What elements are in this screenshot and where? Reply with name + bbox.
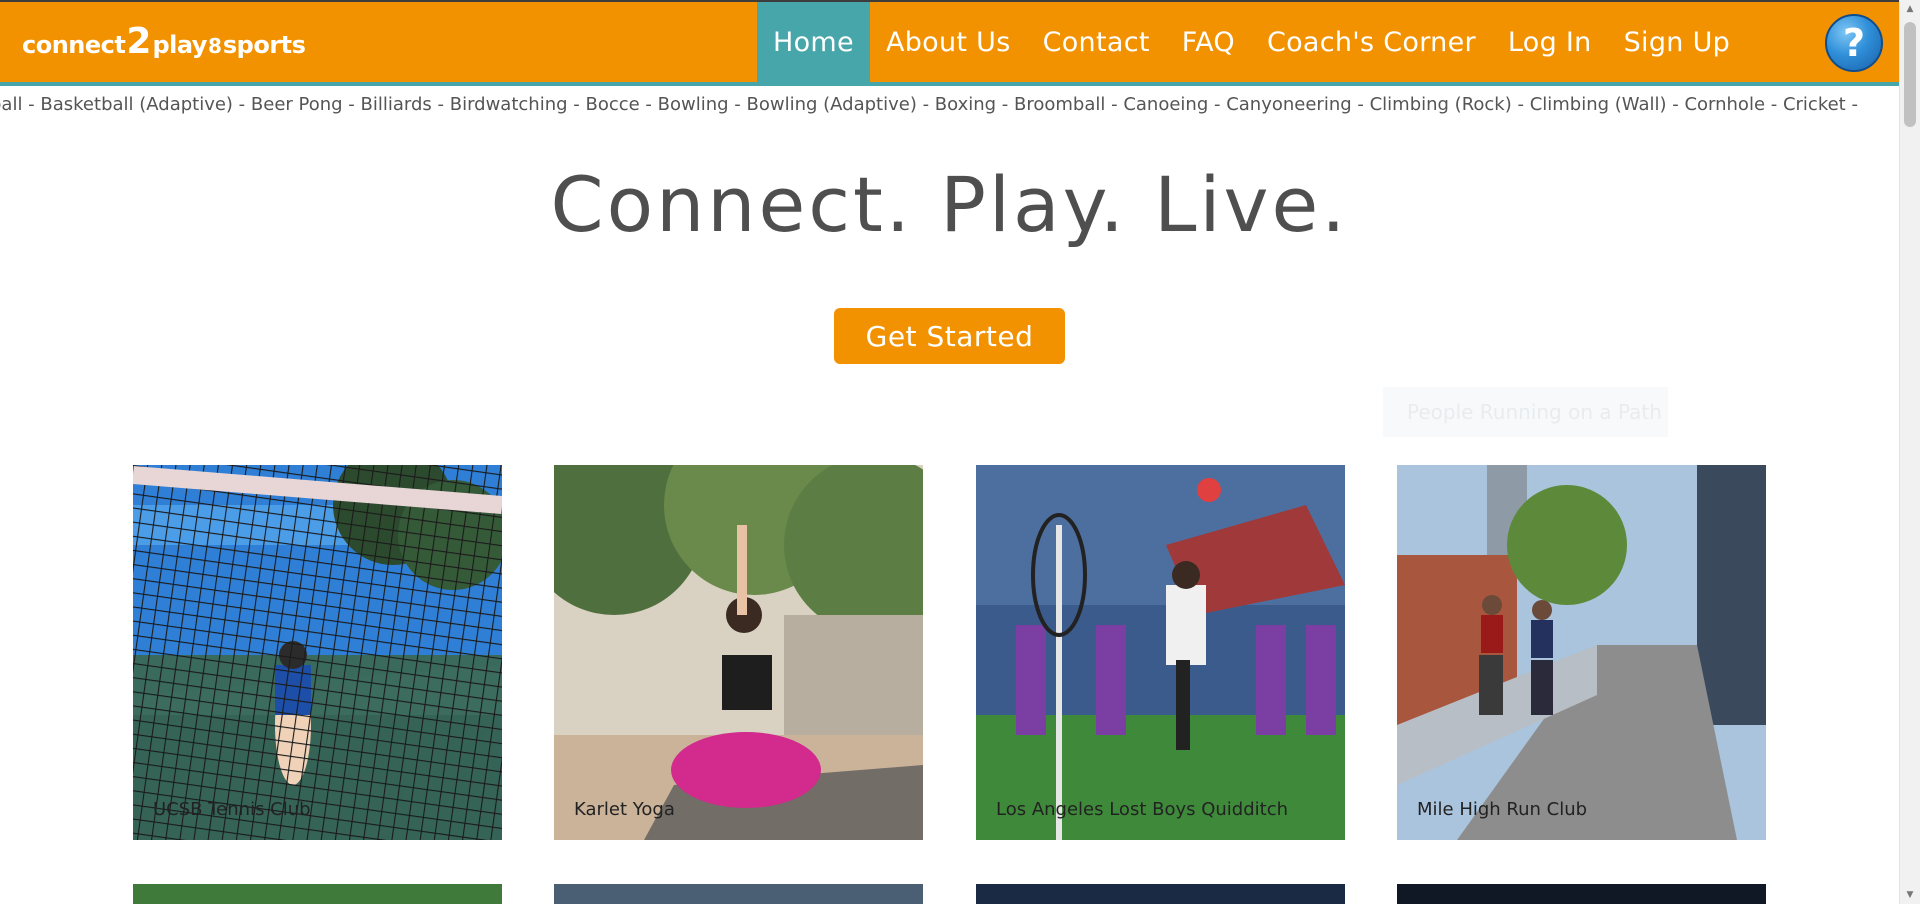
hero-title: Connect. Play. Live. — [550, 160, 1349, 249]
get-started-button[interactable]: Get Started — [834, 308, 1065, 364]
brand-logo[interactable]: connect 2 play 8 sports — [22, 21, 306, 64]
club-card-mile-high-run-club[interactable]: Mile High Run Club — [1397, 465, 1766, 840]
club-card-label: Los Angeles Lost Boys Quidditch — [996, 799, 1289, 820]
image-alt-tooltip: People Running on a Path — [1383, 387, 1668, 437]
running-photo — [1397, 465, 1766, 840]
logo-text-8: 8 — [207, 34, 222, 58]
nav-log-in[interactable]: Log In — [1492, 2, 1608, 82]
sports-ticker: ball - Basketball (Adaptive) - Beer Pong… — [0, 92, 1899, 118]
club-card-label: Karlet Yoga — [574, 799, 675, 820]
logo-text-2: 2 — [126, 21, 152, 62]
club-card-row2-4[interactable] — [1397, 884, 1766, 904]
sports-ticker-text: ball - Basketball (Adaptive) - Beer Pong… — [0, 94, 1858, 115]
logo-text-sports: sports — [222, 31, 306, 59]
nav-contact[interactable]: Contact — [1027, 2, 1166, 82]
yoga-photo — [554, 465, 923, 840]
top-nav-bar: connect 2 play 8 sports Home About Us Co… — [0, 0, 1899, 82]
club-card-row2-2[interactable] — [554, 884, 923, 904]
nav-home[interactable]: Home — [757, 2, 870, 82]
scroll-down-icon[interactable]: ▼ — [1900, 886, 1920, 904]
club-card-karlet-yoga[interactable]: Karlet Yoga — [554, 465, 923, 840]
page-scrollbar[interactable]: ▲ ▼ — [1899, 0, 1920, 904]
tennis-photo — [133, 465, 502, 840]
main-nav: Home About Us Contact FAQ Coach's Corner… — [757, 2, 1746, 84]
nav-faq[interactable]: FAQ — [1166, 2, 1251, 82]
club-card-row2-1[interactable] — [133, 884, 502, 904]
nav-sign-up[interactable]: Sign Up — [1608, 2, 1746, 82]
nav-underline-strip — [0, 82, 1899, 86]
help-icon[interactable]: ? — [1825, 14, 1883, 72]
club-card-label: UCSB Tennis Club — [153, 799, 311, 820]
club-card-ucsb-tennis[interactable]: UCSB Tennis Club — [133, 465, 502, 840]
nav-about-us[interactable]: About Us — [870, 2, 1027, 82]
club-card-la-lost-boys-quidditch[interactable]: Los Angeles Lost Boys Quidditch — [976, 465, 1345, 840]
scroll-thumb[interactable] — [1904, 22, 1916, 127]
club-card-label: Mile High Run Club — [1417, 799, 1588, 820]
quidditch-photo — [976, 465, 1345, 840]
club-card-row2-3[interactable] — [976, 884, 1345, 904]
scroll-up-icon[interactable]: ▲ — [1900, 0, 1920, 18]
logo-text-connect: connect — [22, 31, 126, 59]
logo-text-play: play — [152, 31, 207, 59]
nav-coachs-corner[interactable]: Coach's Corner — [1251, 2, 1492, 82]
